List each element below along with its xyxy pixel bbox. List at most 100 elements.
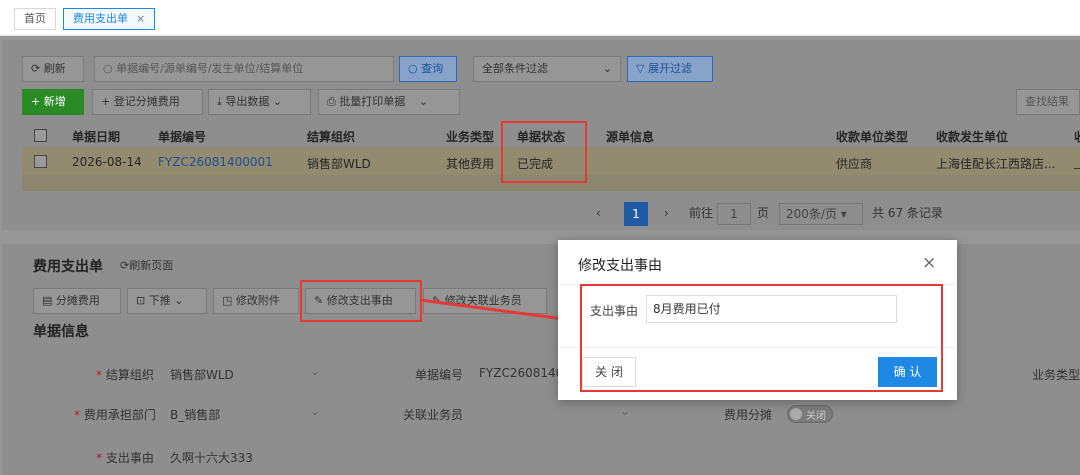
reason-label: * 支出事由 — [96, 451, 154, 465]
col-payee-type: 收款单位类型 — [836, 130, 909, 144]
chevron-down-icon: ⌄ — [310, 404, 321, 418]
funnel-icon: ▽ — [636, 62, 645, 75]
col-payee-unit: 收款发生单位 — [936, 130, 1009, 144]
refresh-icon: ⟳ — [120, 259, 130, 272]
share-label: 费用分摊 — [724, 408, 773, 422]
export-label: 导出数据 — [225, 95, 270, 108]
expand-filter-button[interactable]: ▽ 展开过滤 — [627, 56, 713, 82]
register-share-button[interactable]: + 登记分摊费用 — [92, 89, 203, 115]
col-biz-type: 业务类型 — [446, 130, 495, 144]
search-results-button[interactable]: 查找结果 — [1016, 89, 1080, 115]
push-down-label: 下推 — [148, 294, 171, 307]
salesman-label: 关联业务员 — [403, 408, 464, 422]
next-page-icon[interactable]: › — [664, 201, 669, 227]
search-placeholder: 单据编号/源单编号/发生单位/结算单位 — [116, 62, 304, 75]
query-button[interactable]: ○ 查询 — [399, 56, 457, 82]
chevron-down-icon: ⌄ — [310, 364, 321, 378]
push-icon: ⊡ — [136, 294, 146, 307]
dept-label-text: 费用承担部门 — [83, 408, 156, 422]
register-share-label: + 登记分摊费用 — [101, 95, 180, 108]
filter-label: 全部条件过滤 — [482, 62, 548, 75]
biz-type-label: 业务类型 — [1032, 368, 1080, 382]
print-icon: ⎙ — [327, 95, 336, 108]
expand-filter-label: 展开过滤 — [647, 62, 692, 75]
tab-home[interactable]: 首页 — [14, 8, 56, 30]
reason-label-text: 支出事由 — [105, 451, 154, 465]
cell-number-link[interactable]: FYZC26081400001 — [158, 155, 273, 169]
add-label: + 新增 — [31, 95, 66, 108]
edit-attachment-button[interactable]: ◳ 修改附件 — [213, 288, 299, 314]
page-size-select[interactable]: 200条/页 ▾ — [779, 203, 863, 225]
close-icon[interactable]: × — [922, 253, 936, 273]
dialog-title: 修改支出事由 — [578, 258, 662, 274]
cell-payee-unit: 上海佳配长江西路店... — [936, 157, 1056, 171]
tab-home-label: 首页 — [24, 12, 46, 25]
edit-attachment-label: 修改附件 — [235, 294, 280, 307]
chevron-down-icon: ⌄ — [174, 294, 184, 307]
status-highlight-box — [501, 121, 587, 183]
refresh-page-button[interactable]: ⟳刷新页面 — [120, 257, 173, 273]
cell-biz-type: 其他费用 — [446, 157, 495, 171]
goto-label: 前往 — [689, 206, 714, 220]
batch-print-label: 批量打印单据 — [339, 95, 406, 108]
push-down-button[interactable]: ⊡ 下推 ⌄ — [127, 288, 207, 314]
reason-value[interactable]: 久啊十六大333 — [170, 449, 253, 466]
refresh-page-label: 刷新页面 — [129, 259, 174, 272]
page-unit-label: 页 — [757, 206, 770, 220]
add-button[interactable]: + 新增 — [22, 89, 84, 115]
export-button[interactable]: ⤓ 导出数据 ⌄ — [208, 89, 311, 115]
page-number[interactable]: 1 — [624, 202, 648, 226]
chevron-down-icon: ⌄ — [602, 62, 612, 75]
org-label: * 结算组织 — [96, 368, 154, 382]
chevron-down-icon: ⌄ — [418, 95, 429, 108]
share-toggle-text: 关闭 — [806, 411, 826, 422]
document-icon: ▤ — [42, 294, 53, 307]
number-label: 单据编号 — [415, 368, 464, 382]
cell-cut: _ — [1074, 155, 1080, 169]
col-org: 结算组织 — [307, 130, 356, 144]
prev-page-icon[interactable]: ‹ — [596, 201, 601, 227]
org-value[interactable]: 销售部WLD — [170, 366, 234, 383]
col-number: 单据编号 — [158, 130, 207, 144]
refresh-icon: ⟳ — [31, 62, 41, 75]
detail-title: 费用支出单 — [33, 259, 103, 275]
tab-expense-bill[interactable]: 费用支出单 × — [63, 8, 156, 30]
tab-bar: 首页 费用支出单 × — [0, 0, 1080, 36]
select-all-checkbox[interactable] — [34, 129, 47, 142]
col-source: 源单信息 — [606, 130, 655, 144]
refresh-button[interactable]: ⟳ 刷新 — [22, 56, 84, 82]
share-toggle[interactable]: 关闭 — [787, 405, 833, 423]
col-cut: 收 — [1074, 128, 1080, 145]
section-title: 单据信息 — [33, 324, 89, 340]
search-input[interactable]: ○ 单据编号/源单编号/发生单位/结算单位 — [94, 56, 394, 82]
org-label-text: 结算组织 — [105, 368, 154, 382]
search-icon: ○ — [103, 62, 113, 75]
dialog-highlight-box — [580, 284, 943, 392]
page-size-label: 200条/页 — [786, 207, 837, 221]
attachment-icon: ◳ — [222, 294, 233, 307]
filter-select[interactable]: 全部条件过滤 ⌄ — [473, 56, 621, 82]
tab-close-icon[interactable]: × — [136, 12, 145, 25]
cell-payee-type: 供应商 — [836, 157, 873, 171]
query-search-icon: ○ — [408, 62, 418, 75]
goto-page-input[interactable]: 1 — [717, 203, 751, 225]
query-label: 查询 — [421, 62, 444, 75]
chevron-down-icon: ⌄ — [272, 95, 283, 108]
batch-print-button[interactable]: ⎙ 批量打印单据 ⌄ — [318, 89, 460, 115]
col-date: 单据日期 — [72, 130, 121, 144]
refresh-label: 刷新 — [43, 62, 66, 75]
cell-org: 销售部WLD — [307, 157, 371, 171]
search-results-label: 查找结果 — [1025, 95, 1069, 108]
share-expense-label: 分摊费用 — [55, 294, 100, 307]
export-icon: ⤓ — [217, 95, 222, 108]
share-expense-button[interactable]: ▤ 分摊费用 — [33, 288, 121, 314]
tab-expense-label: 费用支出单 — [73, 12, 128, 25]
cell-date: 2026-08-14 — [72, 155, 142, 169]
total-records: 共 67 条记录 — [872, 206, 943, 220]
dept-label: * 费用承担部门 — [74, 408, 156, 422]
chevron-down-icon: ⌄ — [620, 404, 631, 418]
dept-value[interactable]: B_销售部 — [170, 406, 220, 423]
toggle-knob — [790, 408, 802, 420]
row-checkbox[interactable] — [34, 155, 47, 168]
caret-down-icon: ▾ — [840, 207, 847, 221]
